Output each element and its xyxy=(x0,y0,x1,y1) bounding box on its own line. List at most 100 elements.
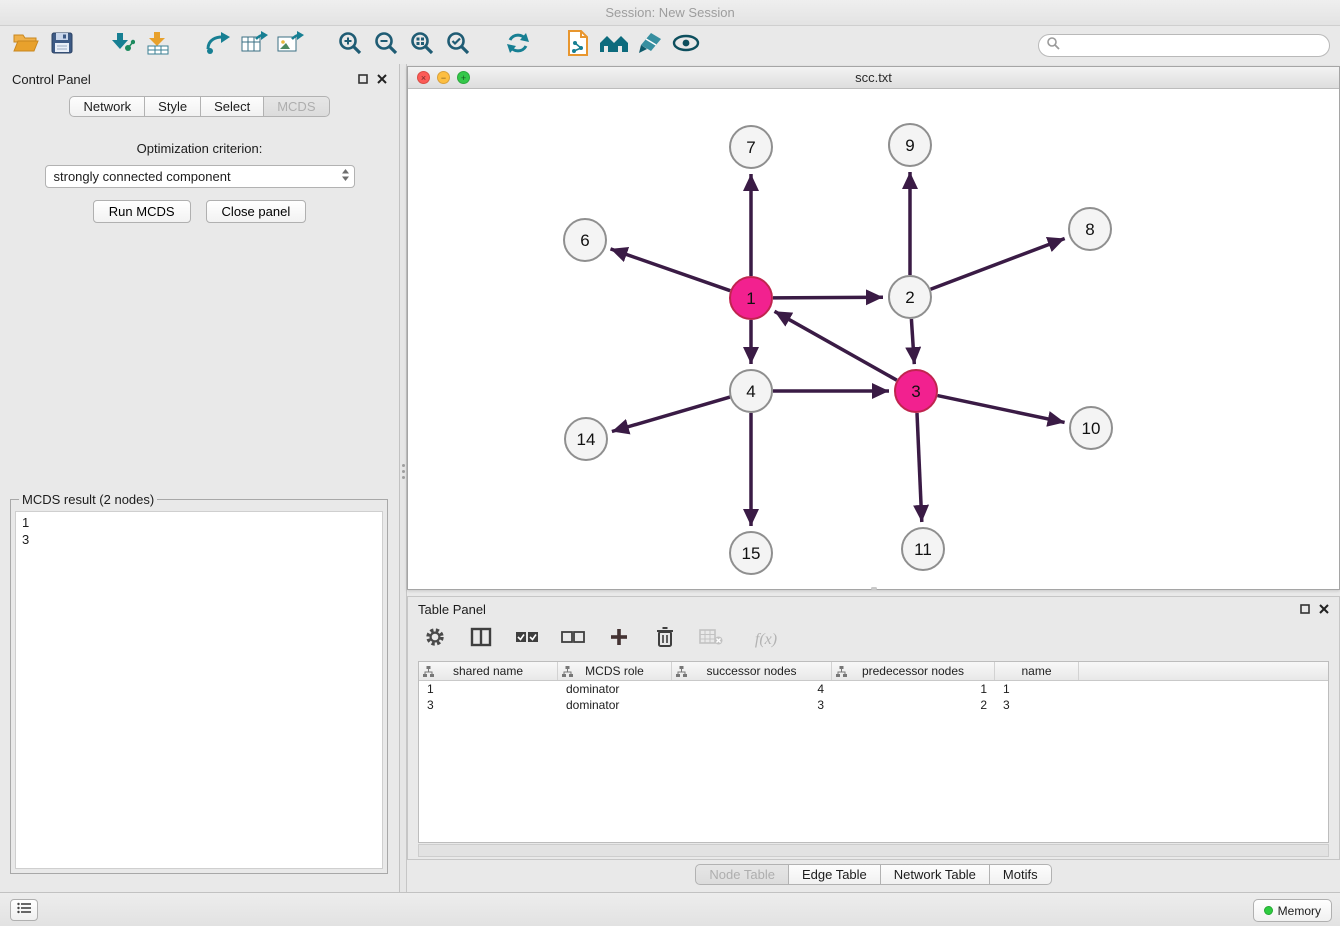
export-network-button[interactable] xyxy=(200,31,236,61)
graph-node-7[interactable]: 7 xyxy=(730,126,772,168)
graph-edge-3-10[interactable] xyxy=(938,396,1065,423)
memory-button[interactable]: Memory xyxy=(1253,899,1332,922)
show-columns-button[interactable] xyxy=(468,627,494,653)
graph-edge-2-3[interactable] xyxy=(911,319,914,364)
graph-edge-1-2[interactable] xyxy=(773,297,883,298)
tab-style[interactable]: Style xyxy=(145,96,201,117)
tab-motifs[interactable]: Motifs xyxy=(990,864,1052,885)
graph-edge-3-1[interactable] xyxy=(775,311,897,380)
search-input[interactable] xyxy=(1060,37,1329,54)
float-panel-icon[interactable] xyxy=(358,72,368,87)
import-network-button[interactable] xyxy=(104,31,140,61)
float-table-panel-icon[interactable] xyxy=(1300,602,1310,617)
graph-node-1[interactable]: 1 xyxy=(730,277,772,319)
close-table-panel-icon[interactable] xyxy=(1319,602,1329,617)
close-panel-icon[interactable] xyxy=(377,72,387,87)
graph-edge-1-6[interactable] xyxy=(611,249,731,291)
unchecked-boxes-icon xyxy=(561,630,585,649)
zoom-out-button[interactable] xyxy=(368,31,404,61)
tab-node-table[interactable]: Node Table xyxy=(695,864,789,885)
close-panel-button[interactable]: Close panel xyxy=(206,200,307,223)
mcds-result-box: MCDS result (2 nodes) 1 3 xyxy=(10,492,388,874)
table-row[interactable]: 1 dominator 4 1 1 xyxy=(419,681,1328,697)
column-header-name[interactable]: name xyxy=(995,662,1079,680)
open-session-button[interactable] xyxy=(8,31,44,61)
node-table[interactable]: shared name MCDS role successor nodes pr… xyxy=(418,661,1329,843)
trash-icon xyxy=(656,626,674,653)
task-history-button[interactable] xyxy=(10,899,38,921)
export-image-button[interactable] xyxy=(272,31,308,61)
close-window-icon[interactable]: × xyxy=(417,71,430,84)
graph-node-label: 14 xyxy=(577,430,596,449)
eye-icon xyxy=(672,33,700,58)
status-bar: Memory xyxy=(0,892,1340,926)
panel-splitter[interactable] xyxy=(400,64,407,892)
tab-edge-table[interactable]: Edge Table xyxy=(789,864,881,885)
function-builder-button[interactable]: f(x) xyxy=(744,627,788,653)
graph-node-8[interactable]: 8 xyxy=(1069,208,1111,250)
mcds-result-item[interactable]: 3 xyxy=(22,531,376,548)
select-all-columns-button[interactable] xyxy=(514,627,540,653)
graph-edge-2-8[interactable] xyxy=(931,239,1065,290)
mcds-result-list[interactable]: 1 3 xyxy=(15,511,383,869)
minimize-window-icon[interactable]: − xyxy=(437,71,450,84)
clone-network-button[interactable] xyxy=(560,31,596,61)
memory-status-icon xyxy=(1264,906,1273,915)
graph-node-2[interactable]: 2 xyxy=(889,276,931,318)
tab-network[interactable]: Network xyxy=(69,96,145,117)
cell-successor-nodes: 4 xyxy=(672,681,832,697)
graph-node-11[interactable]: 11 xyxy=(902,528,944,570)
tab-network-table[interactable]: Network Table xyxy=(881,864,990,885)
style-brush-button[interactable] xyxy=(632,31,668,61)
import-table-button[interactable] xyxy=(140,31,176,61)
refresh-button[interactable] xyxy=(500,31,536,61)
run-mcds-button[interactable]: Run MCDS xyxy=(93,200,191,223)
table-row[interactable]: 3 dominator 3 2 3 xyxy=(419,697,1328,713)
mcds-result-item[interactable]: 1 xyxy=(22,514,376,531)
zoom-fit-button[interactable] xyxy=(404,31,440,61)
graph-node-label: 2 xyxy=(905,288,914,307)
table-settings-button[interactable] xyxy=(422,627,448,653)
graph-node-15[interactable]: 15 xyxy=(730,532,772,574)
maximize-window-icon[interactable]: + xyxy=(457,71,470,84)
create-column-button[interactable] xyxy=(606,627,632,653)
cell-predecessor-nodes: 2 xyxy=(832,697,995,713)
graph-edge-4-14[interactable] xyxy=(612,397,730,431)
export-table-button[interactable] xyxy=(236,31,272,61)
optimization-criterion-label: Optimization criterion: xyxy=(0,141,399,156)
show-hide-button[interactable] xyxy=(668,31,704,61)
toolbar-search[interactable] xyxy=(1038,34,1330,57)
network-window-titlebar[interactable]: × − + scc.txt xyxy=(408,67,1339,89)
ndex-home-button[interactable] xyxy=(596,31,632,61)
table-horizontal-scrollbar[interactable] xyxy=(418,844,1329,857)
graph-node-3[interactable]: 3 xyxy=(895,370,937,412)
cell-predecessor-nodes: 1 xyxy=(832,681,995,697)
optimization-criterion-select[interactable]: strongly connected component xyxy=(45,165,355,188)
save-session-button[interactable] xyxy=(44,31,80,61)
delete-table-button[interactable] xyxy=(698,627,724,653)
column-label: name xyxy=(1021,664,1051,678)
column-header-shared-name[interactable]: shared name xyxy=(419,662,558,680)
network-graph[interactable]: 7 9 6 8 1 2 4 3 14 10 15 11 xyxy=(408,89,1339,589)
delete-column-button[interactable] xyxy=(652,627,678,653)
delete-table-icon xyxy=(699,628,723,651)
tab-mcds[interactable]: MCDS xyxy=(264,96,329,117)
gear-icon xyxy=(424,626,446,653)
zoom-selected-button[interactable] xyxy=(440,31,476,61)
graph-node-14[interactable]: 14 xyxy=(565,418,607,460)
network-canvas[interactable]: 7 9 6 8 1 2 4 3 14 10 15 11 xyxy=(408,89,1339,589)
tab-select[interactable]: Select xyxy=(201,96,264,117)
control-panel-header: Control Panel xyxy=(0,64,399,94)
column-header-predecessor-nodes[interactable]: predecessor nodes xyxy=(832,662,995,680)
graph-node-label: 6 xyxy=(580,231,589,250)
window-resize-handle[interactable] xyxy=(871,587,877,590)
graph-node-6[interactable]: 6 xyxy=(564,219,606,261)
graph-edge-3-11[interactable] xyxy=(917,413,922,522)
column-header-mcds-role[interactable]: MCDS role xyxy=(558,662,672,680)
graph-node-4[interactable]: 4 xyxy=(730,370,772,412)
graph-node-10[interactable]: 10 xyxy=(1070,407,1112,449)
graph-node-9[interactable]: 9 xyxy=(889,124,931,166)
column-header-successor-nodes[interactable]: successor nodes xyxy=(672,662,832,680)
unselect-all-columns-button[interactable] xyxy=(560,627,586,653)
zoom-in-button[interactable] xyxy=(332,31,368,61)
